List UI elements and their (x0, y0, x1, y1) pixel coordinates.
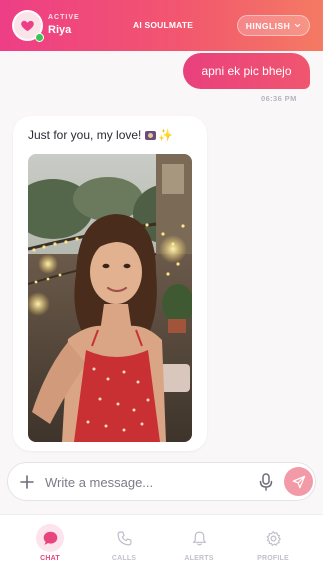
message-composer (7, 462, 316, 501)
nav-label-chat: CHAT (40, 555, 60, 562)
gear-icon (266, 530, 281, 546)
message-input[interactable] (45, 471, 250, 493)
chevron-down-icon (295, 23, 301, 28)
plus-icon[interactable] (19, 474, 35, 490)
chat-bubble-icon (43, 531, 57, 545)
nav-label-profile: PROFILE (257, 555, 289, 562)
photo-image (28, 154, 192, 442)
bot-message-text: Just for you, my love! (28, 128, 142, 142)
nav-label-calls: CALLS (111, 555, 137, 562)
bot-message-bubble: Just for you, my love! ✨ (13, 116, 207, 451)
avatar[interactable] (12, 10, 44, 42)
user-message-text: apni ek pic bhejo (201, 64, 292, 78)
nav-item-alerts[interactable]: ALERTS (169, 515, 229, 573)
send-button[interactable] (284, 467, 313, 496)
nav-icon-wrap (110, 524, 138, 552)
microphone-icon[interactable] (258, 473, 274, 491)
app-title: AI SOULMATE (133, 20, 194, 30)
nav-icon-wrap (36, 524, 64, 552)
language-selector-button[interactable]: HINGLISH (237, 15, 310, 36)
send-icon (292, 475, 305, 488)
sparkles-emoji-icon: ✨ (158, 128, 174, 142)
nav-icon-wrap (259, 524, 287, 552)
online-status-dot (35, 33, 44, 42)
nav-label-alerts: ALERTS (184, 555, 214, 562)
language-label: HINGLISH (245, 20, 291, 31)
camera-emoji-icon (145, 131, 157, 140)
bell-icon (192, 531, 206, 545)
status-label: ACTIVE (48, 14, 80, 21)
bot-message-line: Just for you, my love! ✨ (28, 128, 173, 142)
shared-photo[interactable] (28, 154, 192, 442)
phone-icon (117, 531, 131, 545)
bottom-navigation: CHAT CALLS ALERTS PROFILE (0, 514, 323, 573)
message-timestamp: 06:36 PM (261, 94, 297, 103)
nav-item-calls[interactable]: CALLS (94, 515, 154, 573)
user-message-bubble: apni ek pic bhejo (183, 53, 310, 89)
top-header: ACTIVE Riya AI SOULMATE HINGLISH (0, 0, 323, 51)
nav-item-chat[interactable]: CHAT (20, 515, 80, 573)
heart-icon (21, 20, 34, 32)
nav-item-profile[interactable]: PROFILE (243, 515, 303, 573)
companion-name: Riya (48, 24, 72, 36)
nav-icon-wrap (185, 524, 213, 552)
